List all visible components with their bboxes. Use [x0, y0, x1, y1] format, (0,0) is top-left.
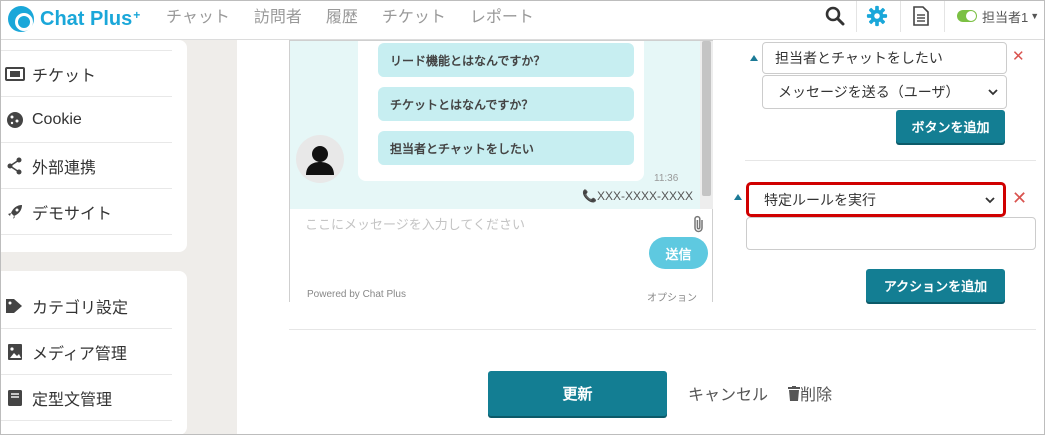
update-button[interactable]: 更新 — [488, 371, 667, 416]
message-time: 11:36 — [654, 173, 679, 184]
attachment-icon[interactable] — [692, 215, 706, 238]
chat-scroll-thumb[interactable] — [702, 41, 711, 196]
chevron-down-icon — [988, 89, 998, 96]
sidebar-divider — [0, 40, 172, 51]
tag-icon — [4, 298, 26, 314]
sidebar-item-category-settings[interactable]: カテゴリ設定 — [0, 283, 172, 329]
sidebar-item-tickets[interactable]: チケット — [0, 51, 172, 97]
book-icon — [4, 389, 26, 407]
chat-logo-icon — [8, 6, 34, 32]
sidebar-item-templates[interactable]: 定型文管理 — [0, 375, 172, 421]
question-button-2[interactable]: チケットとはなんですか？ — [378, 87, 634, 121]
user-name: 担当者1 — [982, 9, 1029, 25]
button-text-input[interactable]: 担当者とチャットをしたい — [762, 42, 1007, 74]
sidebar-item-integrations[interactable]: 外部連携 — [0, 143, 172, 189]
operator-avatar-icon — [296, 135, 344, 183]
remove-rule-icon[interactable]: ✕ — [1012, 188, 1027, 209]
top-navbar: Chat Plus+ チャット 訪問者 履歴 チケット レポート 担当者1 ▼ — [0, 0, 1045, 40]
document-icon — [912, 6, 929, 26]
sidebar-group-1: チケット Cookie 外部連携 デモサイト — [0, 40, 187, 252]
search-icon — [825, 6, 845, 26]
brand-name: Chat Plus+ — [40, 7, 141, 30]
user-menu[interactable]: 担当者1 ▼ — [944, 0, 1045, 32]
nav-item-visitors[interactable]: 訪問者 — [254, 3, 302, 27]
chevron-down-icon — [985, 196, 995, 203]
delete-link[interactable]: 削除 — [788, 381, 832, 405]
search-button[interactable] — [816, 0, 854, 32]
powered-by-label: Powered by Chat Plus — [307, 289, 406, 300]
nav-item-chat[interactable]: チャット — [166, 3, 230, 27]
rule-value-input[interactable] — [746, 217, 1036, 250]
message-input[interactable]: ここにメッセージを入力してください — [305, 214, 525, 233]
cancel-link[interactable]: キャンセル — [688, 381, 768, 405]
rocket-icon — [4, 203, 26, 221]
question-button-1[interactable]: リード機能とはなんですか？ — [378, 43, 634, 77]
add-action-button[interactable]: アクションを追加 — [866, 269, 1005, 302]
remove-button-icon[interactable]: ✕ — [1012, 47, 1025, 65]
image-icon — [4, 343, 26, 361]
document-button[interactable] — [900, 0, 940, 32]
contact-phone: 📞XXX-XXXX-XXXX — [582, 189, 693, 203]
share-icon — [4, 157, 26, 175]
question-button-3[interactable]: 担当者とチャットをしたい — [378, 131, 634, 165]
nav-item-tickets[interactable]: チケット — [382, 3, 446, 27]
ticket-icon — [4, 66, 26, 81]
send-button[interactable]: 送信 — [649, 237, 708, 269]
phone-icon: 📞 — [582, 189, 597, 203]
settings-button[interactable] — [856, 0, 896, 32]
status-toggle[interactable] — [957, 10, 977, 22]
sidebar-item-media[interactable]: メディア管理 — [0, 329, 172, 375]
sidebar-item-demo-site[interactable]: デモサイト — [0, 189, 172, 235]
nav-item-history[interactable]: 履歴 — [326, 3, 358, 27]
chat-input-area: ここにメッセージを入力してください 送信 Powered by Chat Plu… — [290, 209, 712, 304]
collapse-up-icon[interactable] — [750, 55, 758, 61]
divider — [745, 160, 1036, 161]
nav-item-reports[interactable]: レポート — [470, 3, 534, 27]
collapse-up-icon[interactable] — [734, 194, 742, 200]
trash-icon — [788, 385, 800, 401]
chat-widget-preview: リード機能とはなんですか？ チケットとはなんですか？ 担当者とチャットをしたい … — [289, 40, 713, 304]
sidebar-group-2: カテゴリ設定 メディア管理 定型文管理 — [0, 271, 187, 435]
divider — [289, 329, 1036, 330]
action-select[interactable]: メッセージを送る（ユーザ） — [762, 75, 1007, 109]
main-nav: チャット 訪問者 履歴 チケット レポート — [166, 0, 558, 30]
rule-select[interactable]: 特定ルールを実行 — [746, 182, 1006, 217]
option-link[interactable]: オプション — [647, 289, 697, 304]
gear-icon — [866, 5, 887, 27]
caret-down-icon: ▼ — [1030, 11, 1040, 21]
brand-logo[interactable]: Chat Plus+ — [8, 4, 140, 34]
sidebar-item-cookie[interactable]: Cookie — [0, 97, 172, 143]
chat-message-area: リード機能とはなんですか？ チケットとはなんですか？ 担当者とチャットをしたい … — [290, 41, 700, 209]
add-button-button[interactable]: ボタンを追加 — [896, 110, 1005, 143]
cookie-icon — [4, 111, 26, 129]
